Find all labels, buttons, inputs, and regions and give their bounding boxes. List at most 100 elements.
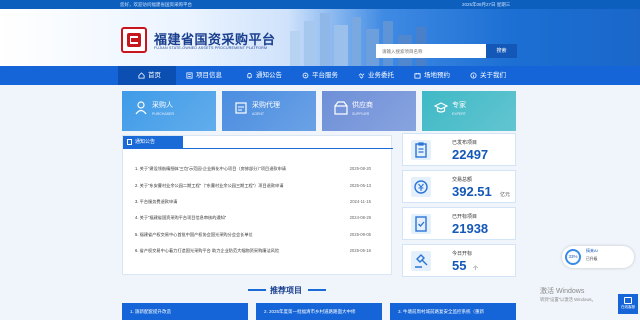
site-logo[interactable] (121, 27, 147, 53)
top-info-bar: 您好，欢迎访问福建省国资采购平台 2025年08月27日 星期三 (0, 0, 640, 9)
nav-home[interactable]: 首页 (118, 66, 176, 85)
notice-title: 5. 福建省产权交易中心首批中国产权协会国光采购分会会长单位 (135, 232, 253, 237)
nav-label: 首页 (148, 72, 161, 79)
expert-icon (434, 102, 448, 113)
title-decoration (248, 289, 266, 291)
service-icon (302, 72, 309, 79)
notice-title: 3. 平台服务费退款申请 (135, 199, 178, 204)
supplier-icon (334, 101, 348, 115)
document-check-icon (411, 214, 431, 234)
notice-date: 2025-05-13 (349, 183, 371, 188)
notice-date: 2025-05-16 (349, 248, 371, 253)
card-subtitle: PURCHASER (152, 112, 174, 116)
project-title: 2. 2025年度第一批福清市乡村道路路面大中修 (264, 309, 356, 314)
divider (123, 148, 393, 149)
site-header: 福建省国资采购平台 FUJIAN STATE-OWNED ASSETS PROC… (0, 9, 640, 66)
search-button[interactable]: 搜索 (486, 44, 517, 58)
list-item[interactable]: 4. 关于“福建省国资采购平台项目信息审核的通知” 2024-08-29 (135, 213, 385, 223)
notice-title: 4. 关于“福建省国资采购平台项目信息审核的通知” (135, 215, 227, 220)
nav-label: 项目信息 (196, 72, 222, 79)
list-item[interactable]: 1. 关于“建设领航精细体‘三包’示范园-企业孵化中心项目（房修部分）”项目退款… (135, 164, 385, 174)
agent-card[interactable]: 采购代理 AGENT (222, 91, 316, 131)
ai-name: 搞来AI (586, 248, 598, 253)
handshake-icon (358, 73, 365, 79)
card-title: 采购代理 (252, 102, 280, 109)
online-service-label: 在线客服 (621, 305, 635, 309)
stat-unit: 亿元 (500, 192, 511, 198)
recommended-title: 推荐项目 (270, 286, 302, 295)
project-title: 3. 牛塘前周村城前路复安全监控系统（重新 (398, 309, 485, 314)
nav-label: 通知公告 (256, 72, 282, 79)
card-subtitle: AGENT (252, 112, 265, 116)
nav-business-entrust[interactable]: 业务委托 (358, 66, 394, 85)
list-item[interactable]: 5. 福建省产权交易中心首批中国产权协会国光采购分会会长单位 2025-09-0… (135, 230, 385, 240)
recommended-project-card[interactable]: 3. 牛塘前周村城前路复安全监控系统（重新 (390, 303, 516, 320)
online-service-button[interactable]: 在线客服 (618, 294, 638, 314)
stat-total-amount[interactable]: 交易总额 392.51 亿元 (402, 170, 516, 203)
ai-status: 已升级 (586, 257, 598, 261)
nav-venue-booking[interactable]: 场地预约 (414, 66, 450, 85)
clipboard-icon (411, 140, 431, 160)
stat-today-opening[interactable]: 今日开标 55 个 (402, 244, 516, 277)
card-title: 供应商 (352, 102, 373, 109)
recommended-project-card[interactable]: 2. 2025年度第一批福清市乡村道路路面大中修 (256, 303, 382, 320)
list-item[interactable]: 2. 关于“东安曹村业余公园二期工程”（“东曹村业余公园三期工程”）项目退款申请… (135, 181, 385, 191)
nav-project-info[interactable]: 项目信息 (186, 66, 222, 85)
stat-value: 22497 (452, 147, 489, 162)
recommended-project-card[interactable]: 1. 旗新配套提升改造 (122, 303, 248, 320)
notice-date: 2025-08-20 (349, 166, 371, 171)
nav-label: 关于我们 (480, 72, 506, 79)
stat-opened-projects[interactable]: 已开标项目 21938 (402, 207, 516, 240)
search-input[interactable] (376, 44, 486, 58)
project-title: 1. 旗新配套提升改造 (130, 309, 172, 314)
ai-progress-ring: 33% (565, 249, 581, 265)
notice-panel: 通知公告 1. 关于“建设领航精细体‘三包’示范园-企业孵化中心项目（房修部分）… (122, 135, 393, 275)
notice-title: 2. 关于“东安曹村业余公园二期工程”（“东曹村业余公园三期工程”）项目退款申请 (135, 183, 284, 188)
card-subtitle: SUPPLIER (352, 112, 370, 116)
nav-platform-services[interactable]: 平台服务 (302, 66, 338, 85)
list-icon (186, 72, 193, 79)
nav-notices[interactable]: 通知公告 (246, 66, 282, 85)
stat-value: 55 (452, 258, 467, 273)
windows-activation-watermark: 激活 Windows 转到“设置”以激活 Windows。 (540, 286, 596, 303)
chat-icon (624, 297, 632, 304)
money-icon (411, 177, 431, 197)
bell-icon (247, 73, 252, 79)
tab-label: 通知公告 (135, 139, 156, 145)
title-decoration (308, 289, 326, 291)
card-title: 专家 (452, 102, 466, 109)
welcome-text: 您好，欢迎访问福建省国资采购平台 (120, 2, 192, 7)
stat-label: 交易总额 (452, 177, 473, 183)
nav-label: 场地预约 (424, 72, 450, 79)
main-navigation: 首页 项目信息 通知公告 平台服务 业务委托 场地预约 关于我们 (0, 66, 640, 85)
agent-icon (235, 102, 247, 114)
stat-unit: 个 (473, 266, 479, 272)
nav-label: 业务委托 (368, 72, 394, 79)
supplier-card[interactable]: 供应商 SUPPLIER (322, 91, 416, 131)
list-item[interactable]: 6. 省产权交易中心着力打造国光采购平台 助力企业防范大幅物资采购廉洁风险 20… (135, 246, 385, 256)
notice-title: 1. 关于“建设领航精细体‘三包’示范园-企业孵化中心项目（房修部分）”项目退款… (135, 166, 286, 171)
card-title: 采购人 (152, 102, 173, 109)
list-item[interactable]: 3. 平台服务费退款申请 2024-11-15 (135, 197, 385, 207)
stat-published-projects[interactable]: 已发布项目 22497 (402, 133, 516, 166)
activation-title: 激活 Windows (540, 288, 585, 295)
stat-label: 已开标项目 (452, 214, 478, 220)
notice-title: 6. 省产权交易中心着力打造国光采购平台 助力企业防范大幅物资采购廉洁风险 (135, 248, 280, 253)
home-icon (138, 72, 145, 79)
document-icon (127, 139, 132, 145)
stat-label: 今日开标 (452, 251, 473, 257)
nav-label: 平台服务 (312, 72, 338, 79)
activation-hint: 转到“设置”以激活 Windows。 (540, 297, 596, 302)
expert-card[interactable]: 专家 EXPERT (422, 91, 516, 131)
info-icon (470, 72, 477, 79)
site-subtitle: FUJIAN STATE-OWNED ASSETS PROCUREMENT PL… (154, 46, 268, 50)
ai-assistant-widget[interactable]: 33% 搞来AI 已升级 (562, 246, 634, 268)
purchaser-icon (135, 101, 147, 115)
notice-date: 2025-09-05 (349, 232, 371, 237)
purchaser-card[interactable]: 采购人 PURCHASER (122, 91, 216, 131)
nav-about-us[interactable]: 关于我们 (470, 66, 506, 85)
card-subtitle: EXPERT (452, 112, 466, 116)
tab-notices[interactable]: 通知公告 (123, 136, 183, 148)
stat-value: 21938 (452, 221, 489, 236)
notice-date: 2024-08-29 (349, 215, 371, 220)
